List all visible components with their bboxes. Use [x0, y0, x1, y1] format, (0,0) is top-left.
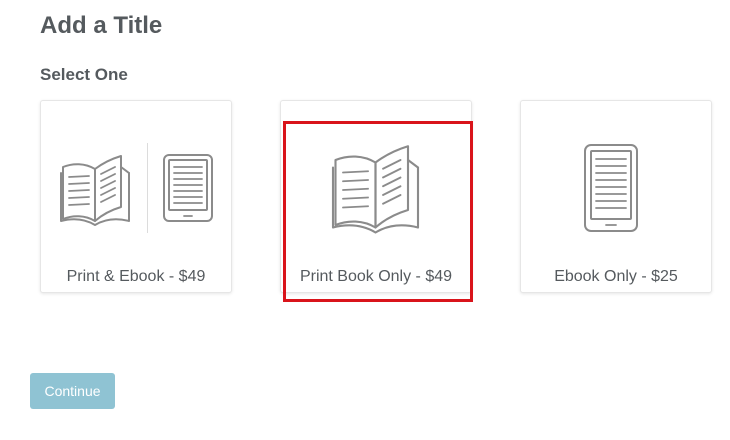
- ereader-icon: [584, 144, 638, 232]
- open-book-icon: [331, 145, 420, 234]
- section-label: Select One: [40, 65, 128, 84]
- option-card-print-and-ebook[interactable]: Print & Ebook - $49: [40, 100, 232, 293]
- option-card-ebook-only[interactable]: Ebook Only - $25: [520, 100, 712, 293]
- ereader-icon: [163, 154, 213, 222]
- option-card-print-book-only[interactable]: Print Book Only - $49: [280, 100, 472, 293]
- option-label-print-and-ebook: Print & Ebook - $49: [66, 268, 206, 285]
- page-title: Add a Title: [40, 12, 163, 39]
- option-label-print-book-only: Print Book Only - $49: [299, 268, 453, 285]
- option-label-ebook-only: Ebook Only - $25: [554, 268, 678, 285]
- continue-button[interactable]: Continue: [30, 373, 115, 409]
